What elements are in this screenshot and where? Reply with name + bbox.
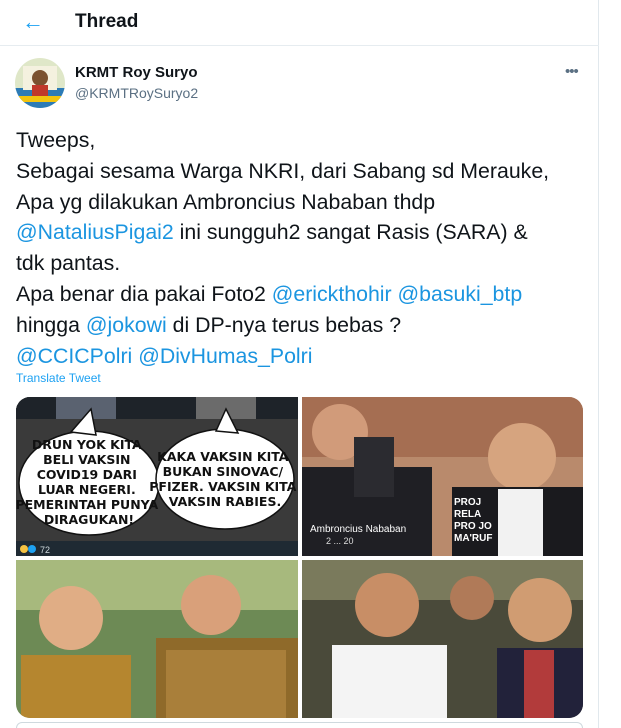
meme-image[interactable]: 72 DRUN YOK KITA BELI VAKSIN COVID19 DAR… xyxy=(16,397,298,556)
tweet-line: Apa benar dia pakai Foto2 @erickthohir @… xyxy=(16,279,588,310)
meme-line: PFIZER. VAKSIN KITA xyxy=(149,479,296,494)
tweet-line: Apa yg dilakukan Ambroncius Nababan thdp xyxy=(16,189,436,214)
tweet-line: Tweeps, xyxy=(16,128,96,152)
meme-line: DIRAGUKAN! xyxy=(44,512,134,527)
mention-link[interactable]: @CCICPolri xyxy=(16,344,132,368)
meme-line: BELI VAKSIN xyxy=(43,452,130,467)
thread-panel: ← Thread KRMT Roy Suryo @KRMTRoySuryo2 •… xyxy=(0,0,599,728)
meme-line: DRUN YOK KITA xyxy=(32,437,142,452)
mention-link[interactable]: @jokowi xyxy=(86,313,167,337)
tweet-line: @NataliusPigai2 ini sungguh2 sangat Rasi… xyxy=(16,217,588,248)
thread-header: ← Thread xyxy=(0,0,599,46)
tweet-text-segment: Apa benar dia pakai Foto2 xyxy=(16,281,272,306)
shirt-text: RELA xyxy=(454,509,481,520)
mention-link[interactable]: @NataliusPigai2 xyxy=(16,220,174,244)
photo-image[interactable] xyxy=(16,560,298,718)
shirt-text: PRO JO xyxy=(454,521,492,532)
photo-caption: Ambroncius Nababan xyxy=(310,524,406,535)
more-options-icon[interactable]: ••• xyxy=(565,63,579,80)
meme-line: VAKSIN RABIES. xyxy=(169,494,281,509)
page-title: Thread xyxy=(75,11,139,32)
tweet-text-segment: ini sungguh2 sangat Rasis (SARA) & xyxy=(173,220,528,245)
author-handle[interactable]: @KRMTRoySuryo2 xyxy=(75,85,198,101)
tweet-line: @CCICPolri @DivHumas_Polri xyxy=(16,341,588,372)
tweet-text-segment: di DP-nya terus bebas ? xyxy=(166,312,402,337)
meme-line: BUKAN SINOVAC/ xyxy=(163,464,284,479)
meme-line: COVID19 DARI xyxy=(37,467,137,482)
next-card-edge xyxy=(16,722,583,728)
photo-image[interactable]: PROJ RELA PRO JO MA'RUF Ambroncius Nabab… xyxy=(302,397,583,556)
tweet-text-segment: hingga xyxy=(16,312,86,337)
tweet-text: Tweeps, Sebagai sesama Warga NKRI, dari … xyxy=(16,125,588,371)
meme-line: KAKA VAKSIN KITA xyxy=(157,449,289,464)
meme-line: LUAR NEGERI. xyxy=(38,482,136,497)
mention-link[interactable]: @DivHumas_Polri xyxy=(138,344,312,368)
mention-link[interactable]: @erickthohir xyxy=(272,282,392,306)
photo-date: 2 ... 20 xyxy=(326,536,354,546)
shirt-text: MA'RUF xyxy=(454,533,492,544)
meme-line: PEMERINTAH PUNYA xyxy=(16,497,159,512)
reaction-count: 72 xyxy=(40,545,50,555)
tweet-line: Sebagai sesama Warga NKRI, dari Sabang s… xyxy=(16,158,550,183)
mention-link[interactable]: @basuki_btp xyxy=(398,282,523,306)
translate-tweet-link[interactable]: Translate Tweet xyxy=(16,371,101,385)
shirt-text: PROJ xyxy=(454,497,481,508)
meme-caption-right: KAKA VAKSIN KITA BUKAN SINOVAC/ PFIZER. … xyxy=(149,449,298,509)
photo-image[interactable] xyxy=(302,560,583,718)
tweet-line: hingga @jokowi di DP-nya terus bebas ? xyxy=(16,310,588,341)
author-name[interactable]: KRMT Roy Suryo xyxy=(75,64,198,81)
avatar[interactable] xyxy=(15,58,65,108)
back-arrow-icon[interactable]: ← xyxy=(20,9,46,35)
media-grid: 72 DRUN YOK KITA BELI VAKSIN COVID19 DAR… xyxy=(16,397,583,718)
tweet-line: tdk pantas. xyxy=(16,251,121,276)
